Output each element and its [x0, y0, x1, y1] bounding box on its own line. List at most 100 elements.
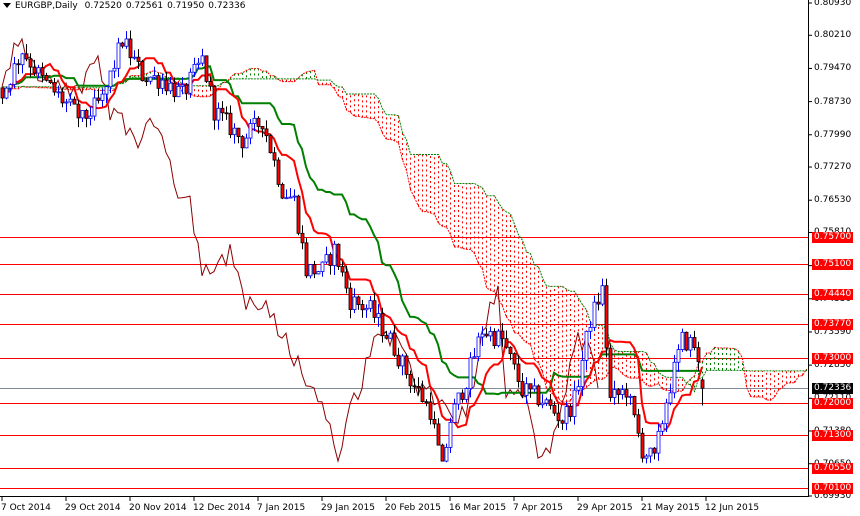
time-label: 12 Dec 2014: [193, 503, 251, 513]
candle-body: [160, 79, 165, 89]
candle-body: [400, 355, 405, 367]
bear-candle: [548, 393, 553, 410]
candle-body: [288, 196, 293, 199]
bear-candle: [24, 44, 29, 62]
time-label: 21 May 2015: [641, 503, 700, 513]
candle-body: [44, 75, 49, 81]
bear-candle: [156, 73, 161, 97]
bear-candle: [640, 428, 645, 463]
candle-body: [684, 331, 689, 351]
candle-body: [628, 395, 633, 398]
bull-candle: [676, 344, 681, 372]
candle-body: [32, 66, 37, 74]
candle-body: [416, 386, 421, 389]
bear-candle: [360, 299, 365, 318]
candle-body: [420, 387, 425, 403]
bull-candle: [112, 60, 117, 79]
candle-body: [648, 447, 653, 457]
price-tick-label: 0.79470: [814, 63, 852, 74]
candle-body: [584, 330, 589, 361]
candle-body: [424, 401, 429, 404]
bull-candle: [496, 328, 501, 348]
collapse-triangle-icon[interactable]: [3, 3, 11, 8]
candle-body: [104, 86, 109, 95]
candle-body: [148, 76, 153, 82]
bear-candle: [536, 384, 541, 407]
bear-candle: [336, 243, 341, 271]
candle-body: [232, 127, 237, 136]
bull-candle: [80, 109, 85, 122]
bull-candle: [352, 288, 357, 314]
candle-body: [300, 232, 305, 244]
candle-body: [616, 389, 621, 395]
candle-body: [328, 254, 333, 266]
time-label: 7 Apr 2015: [513, 503, 563, 513]
bull-candle: [64, 98, 69, 113]
bull-candle: [92, 90, 97, 121]
level-price-label: 0.70550: [812, 462, 854, 474]
candle-body: [468, 357, 473, 389]
candle-body: [596, 301, 601, 305]
bull-candle: [368, 295, 373, 313]
candle-body: [524, 383, 529, 396]
bull-candle: [244, 133, 249, 149]
candle-body: [144, 80, 149, 83]
candle-body: [164, 79, 169, 92]
candle-body: [568, 406, 573, 417]
bull-candle: [600, 278, 605, 307]
candle-body: [272, 152, 277, 161]
candle-body: [92, 97, 97, 117]
candle-body: [592, 301, 597, 328]
bull-candle: [524, 377, 529, 404]
price-chart[interactable]: [0, 0, 860, 516]
candle-body: [488, 331, 493, 337]
candle-body: [636, 414, 641, 434]
tenkan-sen-line: [2, 57, 703, 431]
bull-candle: [452, 398, 457, 423]
candle-body: [352, 296, 357, 310]
candle-body: [324, 254, 329, 263]
level-price-label: 0.71300: [812, 429, 854, 441]
candle-body: [116, 42, 121, 69]
candle-body: [220, 107, 225, 114]
candle-body: [692, 337, 697, 349]
bear-candle: [76, 100, 81, 128]
candle-body: [136, 56, 141, 62]
bear-candle: [16, 59, 21, 74]
candle-body: [296, 195, 301, 234]
bull-candle: [388, 330, 393, 339]
candle-body: [68, 98, 73, 103]
bull-candle: [660, 420, 665, 436]
bull-candle: [400, 353, 405, 376]
bull-candle: [592, 295, 597, 331]
candle-body: [304, 242, 309, 277]
candle-body: [604, 285, 609, 349]
bull-candle: [656, 423, 661, 461]
bull-candle: [532, 378, 537, 392]
bear-candle: [84, 108, 89, 128]
candle-body: [240, 136, 245, 149]
candle-body: [612, 389, 617, 398]
bear-candle: [560, 419, 565, 430]
candle-body: [320, 261, 325, 272]
candle-body: [536, 385, 541, 406]
candle-body: [380, 313, 385, 336]
bull-candle: [444, 443, 449, 463]
candle-body: [344, 271, 349, 289]
bear-candle: [652, 447, 657, 460]
time-label: 20 Nov 2014: [129, 503, 187, 513]
level-price-label: 0.73770: [812, 318, 854, 330]
candle-body: [428, 401, 433, 420]
time-label: 12 Jun 2015: [705, 503, 760, 513]
candle-body: [128, 38, 133, 59]
bull-candle: [216, 102, 221, 130]
bear-candle: [236, 127, 241, 144]
bear-candle: [164, 72, 169, 96]
bull-candle: [332, 240, 337, 275]
candle-body: [672, 361, 677, 394]
level-price-label: 0.75700: [812, 231, 854, 243]
candle-body: [372, 300, 377, 318]
bear-candle: [296, 194, 301, 236]
candle-body: [608, 347, 613, 398]
bear-candle: [528, 383, 533, 398]
